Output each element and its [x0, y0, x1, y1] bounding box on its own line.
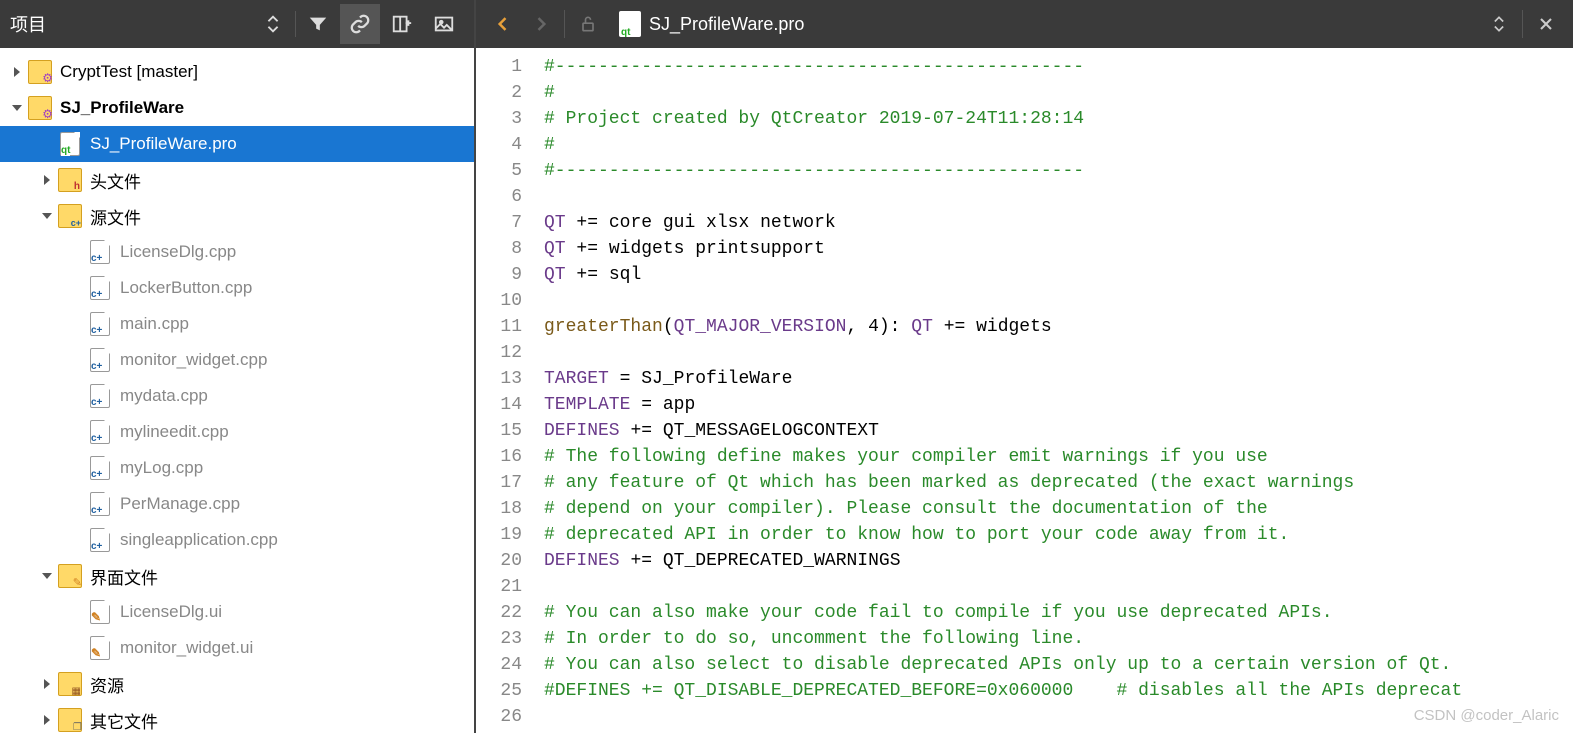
tree-item-pro-file[interactable]: SJ_ProfileWare.pro	[0, 126, 474, 162]
open-file-tab[interactable]: SJ_ProfileWare.pro	[607, 11, 816, 37]
tree-item-mylog-cpp[interactable]: myLog.cpp	[0, 450, 474, 486]
file-icon	[88, 384, 112, 408]
file-icon	[88, 528, 112, 552]
separator	[564, 10, 565, 38]
filter-button[interactable]	[298, 4, 338, 44]
tree-item-other[interactable]: 其它文件	[0, 702, 474, 733]
folder-icon	[28, 96, 52, 120]
folder-icon	[58, 168, 82, 192]
close-tab-button[interactable]	[1527, 5, 1565, 43]
expand-arrow-icon[interactable]	[40, 713, 54, 727]
tree-item-singleapp-cpp[interactable]: singleapplication.cpp	[0, 522, 474, 558]
file-updown-button[interactable]	[1480, 5, 1518, 43]
tree-item-licensedlg-ui[interactable]: LicenseDlg.ui	[0, 594, 474, 630]
separator	[1522, 10, 1523, 38]
tree-item-resources[interactable]: 资源	[0, 666, 474, 702]
tree-item-label: monitor_widget.ui	[120, 638, 253, 658]
tree-item-licensedlg-cpp[interactable]: LicenseDlg.cpp	[0, 234, 474, 270]
file-icon	[88, 348, 112, 372]
file-icon	[88, 312, 112, 336]
editor-toolbar: SJ_ProfileWare.pro	[476, 0, 1573, 48]
separator	[295, 11, 296, 37]
expand-arrow-icon[interactable]	[40, 173, 54, 187]
tree-item-label: 源文件	[90, 204, 141, 229]
file-icon	[88, 276, 112, 300]
tree-item-label: 资源	[90, 672, 124, 697]
expand-arrow-icon[interactable]	[10, 101, 24, 115]
tree-item-label: 头文件	[90, 168, 141, 193]
expand-arrow-icon[interactable]	[40, 569, 54, 583]
image-view-button[interactable]	[424, 4, 464, 44]
folder-icon	[58, 564, 82, 588]
tree-item-label: CryptTest [master]	[60, 62, 198, 82]
file-icon	[88, 456, 112, 480]
tree-item-profileware[interactable]: SJ_ProfileWare	[0, 90, 474, 126]
tree-item-label: monitor_widget.cpp	[120, 350, 267, 370]
tree-item-monitor-widget-ui[interactable]: monitor_widget.ui	[0, 630, 474, 666]
split-add-button[interactable]	[382, 4, 422, 44]
project-tree[interactable]: CryptTest [master] SJ_ProfileWare SJ_Profi…	[0, 48, 474, 733]
file-icon	[88, 600, 112, 624]
tree-item-forms[interactable]: 界面文件	[0, 558, 474, 594]
tree-item-crypttest[interactable]: CryptTest [master]	[0, 54, 474, 90]
file-icon	[88, 636, 112, 660]
file-icon	[58, 132, 82, 156]
tree-item-mydata-cpp[interactable]: mydata.cpp	[0, 378, 474, 414]
sort-updown-button[interactable]	[253, 4, 293, 44]
link-button[interactable]	[340, 4, 380, 44]
tree-item-label: myLog.cpp	[120, 458, 203, 478]
tree-item-label: LicenseDlg.cpp	[120, 242, 236, 262]
sidebar-tools	[253, 4, 464, 44]
sidebar-title: 项目	[10, 11, 253, 37]
tree-item-monitor-widget-cpp[interactable]: monitor_widget.cpp	[0, 342, 474, 378]
tree-item-lockerbutton-cpp[interactable]: LockerButton.cpp	[0, 270, 474, 306]
code-content[interactable]: #---------------------------------------…	[536, 48, 1573, 733]
tree-item-label: 界面文件	[90, 564, 158, 589]
tree-item-label: SJ_ProfileWare	[60, 98, 184, 118]
nav-back-button[interactable]	[484, 5, 522, 43]
expand-arrow-icon[interactable]	[40, 677, 54, 691]
tree-item-sources[interactable]: 源文件	[0, 198, 474, 234]
tree-item-label: mylineedit.cpp	[120, 422, 229, 442]
tree-item-label: PerManage.cpp	[120, 494, 240, 514]
expand-arrow-icon[interactable]	[40, 209, 54, 223]
nav-forward-button[interactable]	[522, 5, 560, 43]
expand-arrow-icon[interactable]	[10, 65, 24, 79]
tree-item-label: main.cpp	[120, 314, 189, 334]
editor-pane: SJ_ProfileWare.pro 123456789101112131415…	[476, 0, 1573, 733]
file-icon	[88, 492, 112, 516]
tree-item-label: SJ_ProfileWare.pro	[90, 134, 237, 154]
sidebar-header: 项目	[0, 0, 474, 48]
tree-item-label: LockerButton.cpp	[120, 278, 252, 298]
tree-item-label: 其它文件	[90, 708, 158, 733]
tree-item-headers[interactable]: 头文件	[0, 162, 474, 198]
folder-icon	[28, 60, 52, 84]
qt-file-icon	[619, 11, 641, 37]
file-icon	[88, 420, 112, 444]
tree-item-mylineedit-cpp[interactable]: mylineedit.cpp	[0, 414, 474, 450]
code-editor[interactable]: 1234567891011121314151617181920212223242…	[476, 48, 1573, 733]
lock-button[interactable]	[569, 5, 607, 43]
tree-item-permanage-cpp[interactable]: PerManage.cpp	[0, 486, 474, 522]
folder-icon	[58, 708, 82, 732]
tree-item-label: LicenseDlg.ui	[120, 602, 222, 622]
tree-item-main-cpp[interactable]: main.cpp	[0, 306, 474, 342]
folder-icon	[58, 672, 82, 696]
folder-icon	[58, 204, 82, 228]
file-icon	[88, 240, 112, 264]
tab-filename: SJ_ProfileWare.pro	[649, 14, 804, 35]
tree-item-label: mydata.cpp	[120, 386, 208, 406]
project-sidebar: 项目 CryptTest [master] SJ_ProfileWare SJ_Pr…	[0, 0, 476, 733]
tree-item-label: singleapplication.cpp	[120, 530, 278, 550]
line-number-gutter: 1234567891011121314151617181920212223242…	[476, 48, 536, 733]
